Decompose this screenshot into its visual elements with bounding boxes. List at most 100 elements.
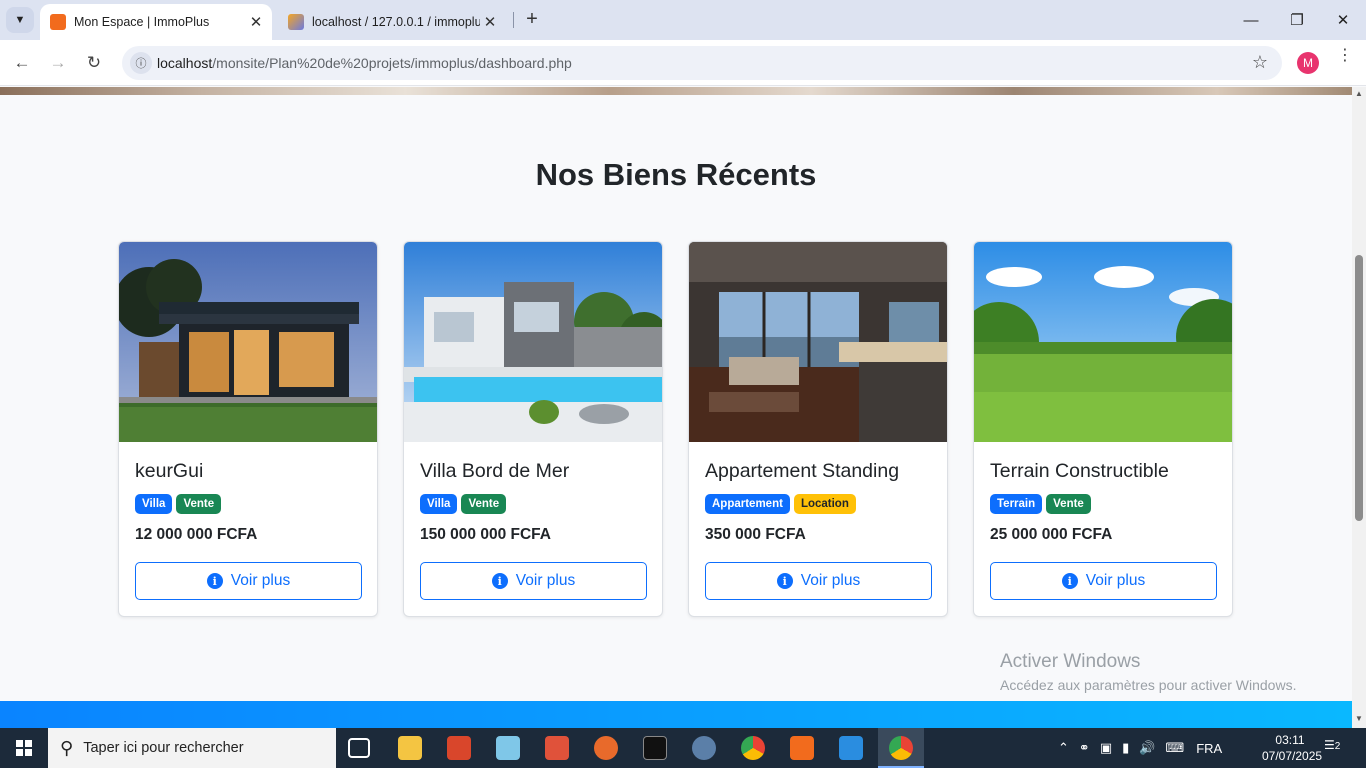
info-icon: i [491, 573, 508, 589]
activate-windows-watermark: Activer Windows Accédez aux paramètres p… [1000, 651, 1296, 693]
tab-search-button[interactable]: ▼ [6, 7, 34, 33]
tab-phpmyadmin[interactable]: localhost / 127.0.0.1 / immoplus ✕ [278, 4, 506, 40]
tab-separator [513, 12, 514, 28]
restore-button[interactable]: ❐ [1274, 0, 1320, 40]
voir-plus-button[interactable]: i Voir plus [135, 562, 362, 600]
notes-app-icon[interactable] [496, 736, 520, 760]
info-icon: i [206, 573, 223, 589]
url-text[interactable]: localhost/monsite/Plan%20de%20projets/im… [157, 55, 572, 71]
task-view-icon[interactable] [348, 738, 370, 758]
scroll-up-arrow-icon[interactable]: ▲ [1355, 90, 1363, 98]
profile-avatar[interactable]: M [1297, 52, 1319, 74]
power-app-icon[interactable] [447, 736, 471, 760]
tab-mon-espace[interactable]: Mon Espace | ImmoPlus ✕ [40, 4, 272, 40]
vscode-icon[interactable] [839, 736, 863, 760]
sublime-like-icon[interactable] [594, 736, 618, 760]
property-card: Terrain Constructible Terrain Vente 25 0… [973, 241, 1233, 617]
transaction-badge: Vente [1046, 494, 1091, 514]
snipping-tool-icon[interactable] [545, 736, 569, 760]
page-scrollbar[interactable]: ▲ ▼ [1352, 87, 1366, 728]
pool-villa-photo [404, 242, 662, 442]
property-badges: Terrain Vente [990, 494, 1091, 514]
chrome-icon[interactable] [741, 736, 765, 760]
forward-button[interactable]: → [45, 50, 71, 76]
type-badge: Villa [420, 494, 458, 514]
scroll-down-arrow-icon[interactable]: ▼ [1355, 715, 1363, 723]
search-icon: ⚲ [60, 737, 74, 758]
property-card: Villa Bord de Mer Villa Vente 150 000 00… [403, 241, 663, 617]
start-button[interactable] [0, 728, 48, 768]
tab-title: Mon Espace | ImmoPlus [74, 15, 210, 29]
postgresql-icon[interactable] [692, 736, 716, 760]
type-badge: Appartement [705, 494, 790, 514]
type-badge: Villa [135, 494, 173, 514]
button-label: Voir plus [515, 572, 576, 589]
button-label: Voir plus [800, 572, 861, 589]
globe-icon[interactable]: ⚭ [1079, 740, 1090, 756]
browser-toolbar: ← → ↻ ⓘ localhost/monsite/Plan%20de%20pr… [0, 40, 1366, 86]
tab-title: localhost / 127.0.0.1 / immoplus [312, 15, 480, 29]
notification-center-button[interactable]: ☰2 [1324, 738, 1346, 758]
type-badge: Terrain [990, 494, 1043, 514]
browser-tab-bar: ▼ Mon Espace | ImmoPlus ✕ localhost / 12… [0, 0, 1366, 40]
voir-plus-button[interactable]: i Voir plus [705, 562, 932, 600]
transaction-badge: Location [793, 494, 856, 514]
property-price: 150 000 000 FCFA [420, 526, 551, 543]
notification-count: 2 [1334, 741, 1341, 752]
browser-menu-icon[interactable]: ⋮ [1337, 48, 1353, 64]
property-price: 350 000 FCFA [705, 526, 806, 543]
battery-icon[interactable]: ▮ [1122, 740, 1129, 756]
button-label: Voir plus [1085, 572, 1146, 589]
apartment-interior-photo [689, 242, 947, 442]
file-explorer-icon[interactable] [398, 736, 422, 760]
property-name: Terrain Constructible [990, 460, 1169, 482]
windows-taskbar: ⚲ Taper ici pour rechercher ⌃ ⚭ ▣ ▮ 🔊 ⌨ … [0, 728, 1366, 768]
footer-bar [0, 701, 1352, 728]
transaction-badge: Vente [176, 494, 222, 514]
xampp-icon[interactable] [790, 736, 814, 760]
taskbar-search[interactable]: ⚲ Taper ici pour rechercher [48, 728, 336, 768]
language-indicator[interactable]: FRA [1196, 741, 1222, 756]
property-badges: Villa Vente [420, 494, 507, 514]
transaction-badge: Vente [461, 494, 507, 514]
chrome-profile-taskbar-item[interactable] [878, 728, 924, 768]
property-card: keurGui Villa Vente 12 000 000 FCFA i Vo… [118, 241, 378, 617]
property-name: keurGui [135, 460, 204, 482]
property-badges: Appartement Location [705, 494, 856, 514]
back-button[interactable]: ← [9, 50, 35, 76]
bookmark-star-icon[interactable]: ☆ [1252, 52, 1268, 73]
new-tab-button[interactable]: + [520, 8, 544, 32]
chrome-profile-icon [889, 736, 913, 760]
phpmyadmin-favicon-icon [288, 14, 304, 30]
terminal-icon[interactable] [643, 736, 667, 760]
site-info-icon[interactable]: ⓘ [130, 52, 152, 74]
clock-date: 07/07/2025 [1262, 749, 1323, 763]
search-placeholder: Taper ici pour rechercher [83, 740, 244, 756]
minimize-button[interactable]: — [1228, 0, 1274, 40]
property-badges: Villa Vente [135, 494, 222, 514]
windows-logo-icon [16, 740, 32, 756]
address-bar[interactable]: ⓘ localhost/monsite/Plan%20de%20projets/… [122, 46, 1282, 80]
voir-plus-button[interactable]: i Voir plus [990, 562, 1217, 600]
green-land-photo [974, 242, 1232, 442]
close-tab-icon[interactable]: ✕ [480, 13, 500, 31]
close-window-button[interactable]: ✕ [1320, 0, 1366, 40]
button-label: Voir plus [230, 572, 291, 589]
scroll-thumb[interactable] [1355, 255, 1363, 521]
property-name: Appartement Standing [705, 460, 900, 482]
taskbar-clock[interactable]: 03:11 07/07/2025 [1262, 732, 1323, 764]
property-price: 25 000 000 FCFA [990, 526, 1113, 543]
voir-plus-button[interactable]: i Voir plus [420, 562, 647, 600]
hero-image-bottom [0, 87, 1352, 95]
keyboard-icon[interactable]: ⌨ [1165, 740, 1184, 756]
meet-now-icon[interactable]: ▣ [1100, 740, 1112, 756]
chevron-down-icon: ▼ [14, 14, 26, 26]
chevron-up-icon[interactable]: ⌃ [1058, 740, 1069, 756]
activate-windows-title: Activer Windows [1000, 651, 1141, 672]
modern-villa-photo [119, 242, 377, 442]
info-icon: i [1061, 573, 1078, 589]
reload-button[interactable]: ↻ [81, 50, 107, 76]
xampp-favicon-icon [50, 14, 66, 30]
volume-icon[interactable]: 🔊 [1139, 740, 1155, 756]
close-tab-icon[interactable]: ✕ [246, 13, 266, 31]
